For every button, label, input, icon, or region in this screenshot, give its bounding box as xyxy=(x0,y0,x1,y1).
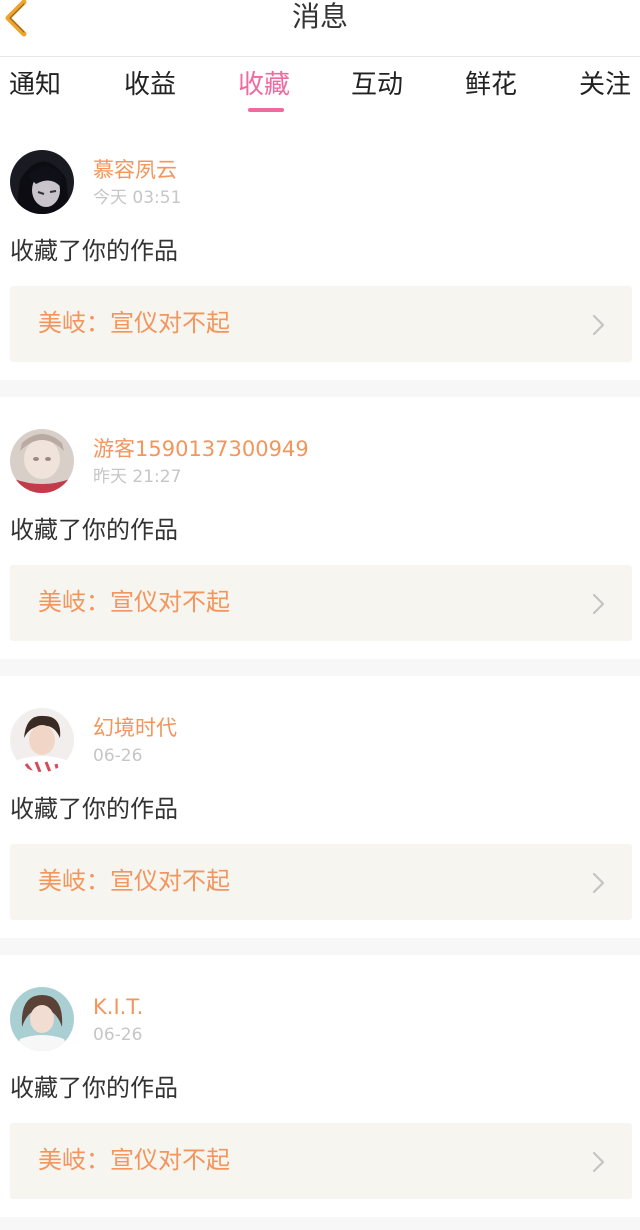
chevron-right-icon xyxy=(592,314,605,336)
chevron-right-icon xyxy=(592,593,605,615)
username[interactable]: 慕容夙云 xyxy=(93,156,177,184)
work-title: 美岐：宣仪对不起 xyxy=(38,309,230,337)
tab-favorites[interactable]: 收藏 xyxy=(238,67,290,103)
action-text: 收藏了你的作品 xyxy=(10,795,178,823)
tab-earnings[interactable]: 收益 xyxy=(124,67,176,103)
tab-flowers[interactable]: 鲜花 xyxy=(465,67,517,103)
timestamp: 今天 03:51 xyxy=(93,188,182,208)
work-title: 美岐：宣仪对不起 xyxy=(38,588,230,616)
nav-header: 消息 xyxy=(0,0,640,57)
work-link[interactable]: 美岐：宣仪对不起 xyxy=(10,286,632,362)
list-item: 游客1590137300949 昨天 21:27 收藏了你的作品 美岐：宣仪对不… xyxy=(0,397,640,656)
username[interactable]: K.I.T. xyxy=(93,993,143,1021)
tab-interactions[interactable]: 互动 xyxy=(351,67,403,103)
avatar[interactable] xyxy=(10,150,74,214)
action-text: 收藏了你的作品 xyxy=(10,237,178,265)
avatar[interactable] xyxy=(10,708,74,772)
active-tab-indicator xyxy=(248,108,284,112)
timestamp: 06-26 xyxy=(93,746,143,766)
tab-follows[interactable]: 关注 xyxy=(579,67,631,103)
avatar[interactable] xyxy=(10,429,74,493)
avatar[interactable] xyxy=(10,987,74,1051)
action-text: 收藏了你的作品 xyxy=(10,516,178,544)
section-divider xyxy=(0,1217,640,1230)
page-title: 消息 xyxy=(291,0,348,33)
timestamp: 昨天 21:27 xyxy=(93,467,182,487)
work-title: 美岐：宣仪对不起 xyxy=(38,867,230,895)
tab-notifications[interactable]: 通知 xyxy=(9,67,61,103)
tab-bar: 通知 收益 收藏 互动 鲜花 关注 xyxy=(0,57,640,117)
work-link[interactable]: 美岐：宣仪对不起 xyxy=(10,844,632,920)
username[interactable]: 幻境时代 xyxy=(93,714,177,742)
chevron-right-icon xyxy=(592,872,605,894)
list-item: K.I.T. 06-26 收藏了你的作品 美岐：宣仪对不起 xyxy=(0,955,640,1214)
timestamp: 06-26 xyxy=(93,1025,143,1045)
work-link[interactable]: 美岐：宣仪对不起 xyxy=(10,1123,632,1199)
work-link[interactable]: 美岐：宣仪对不起 xyxy=(10,565,632,641)
work-title: 美岐：宣仪对不起 xyxy=(38,1146,230,1174)
list-item: 幻境时代 06-26 收藏了你的作品 美岐：宣仪对不起 xyxy=(0,676,640,935)
action-text: 收藏了你的作品 xyxy=(10,1074,178,1102)
chevron-right-icon xyxy=(592,1151,605,1173)
list-item: 慕容夙云 今天 03:51 收藏了你的作品 美岐：宣仪对不起 xyxy=(0,118,640,377)
username[interactable]: 游客1590137300949 xyxy=(93,435,309,463)
